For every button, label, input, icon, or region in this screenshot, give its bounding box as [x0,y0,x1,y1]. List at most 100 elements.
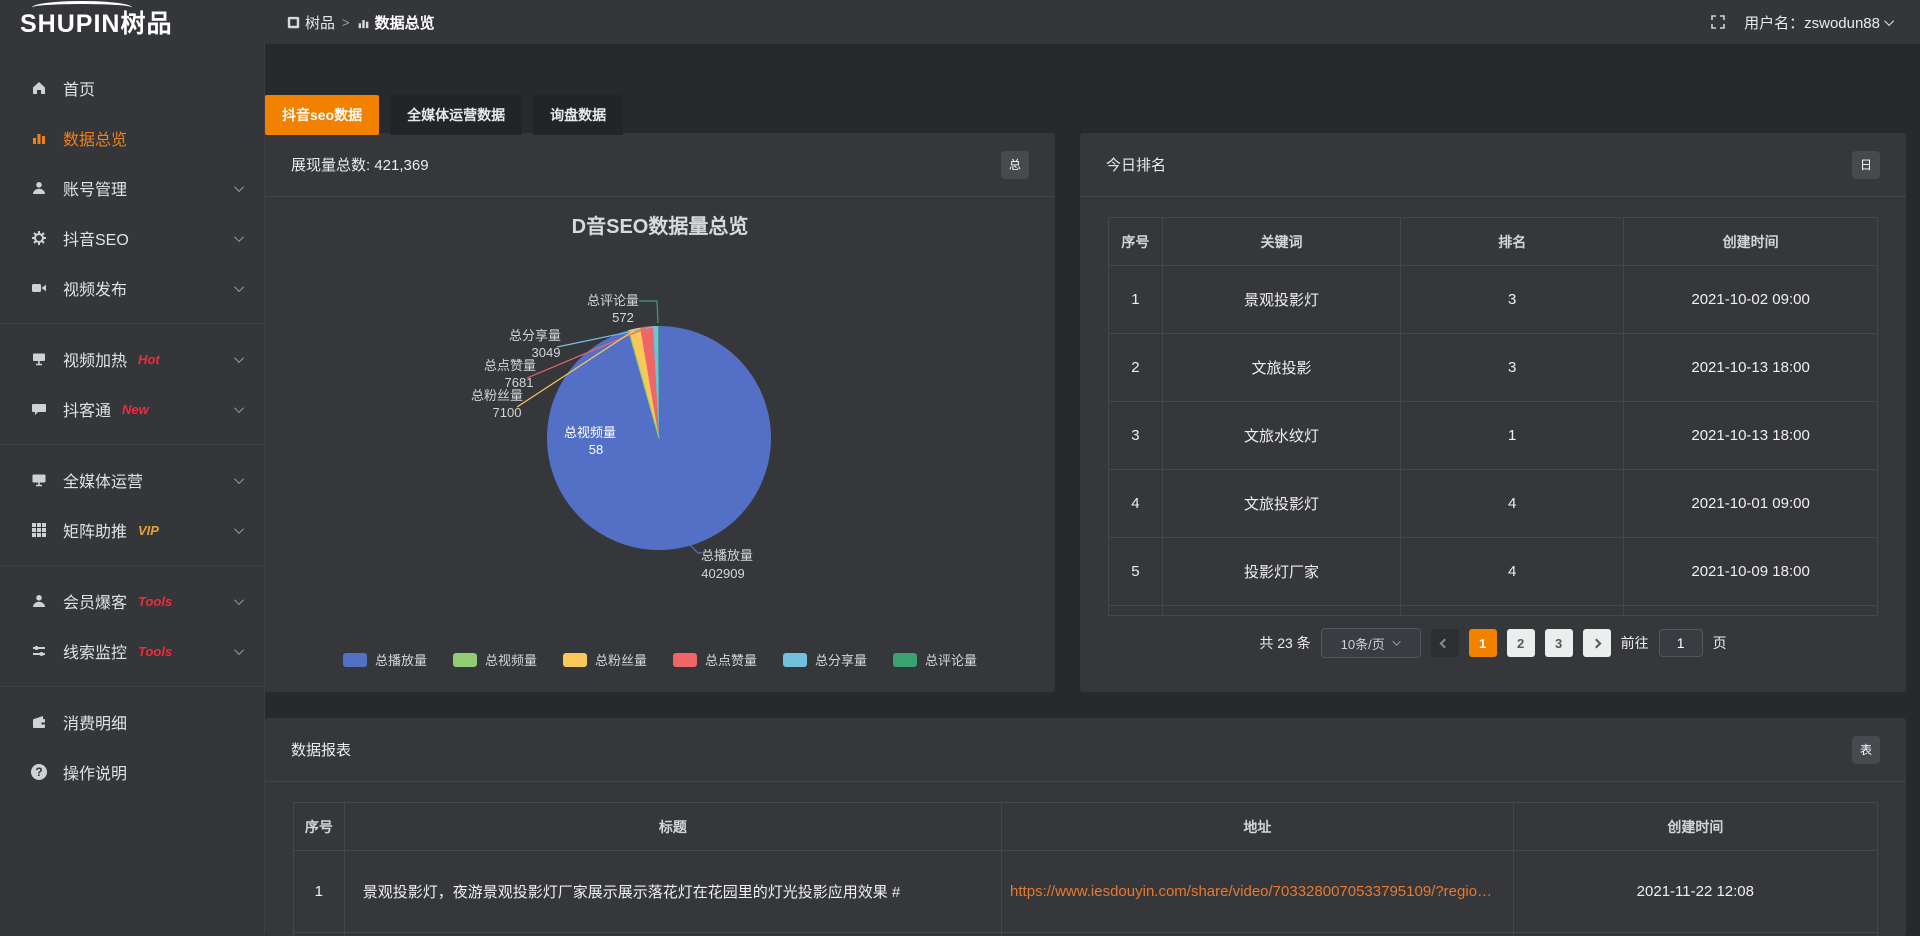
bar-chart-icon [357,16,370,29]
page-size-select[interactable]: 10条/页 [1321,628,1421,658]
legend-chip [893,653,917,667]
chevron-down-icon [234,474,244,484]
table-row: 5投影灯厂家42021-10-09 18:00 [1109,538,1878,606]
col-rank: 排名 [1401,218,1624,266]
total-badge-button[interactable]: 总 [1001,151,1029,179]
chevron-down-icon [1884,16,1894,26]
chevron-left-icon [1440,638,1450,648]
sidebar-item-home[interactable]: 首页 [0,63,264,113]
sidebar-item-douketong[interactable]: 抖客通 New [0,384,264,434]
chevron-down-icon [234,645,244,655]
sidebar-item-clue-monitor[interactable]: 线索监控 Tools [0,626,264,676]
sidebar-divider [0,686,264,687]
video-camera-icon [30,279,48,297]
sidebar-item-douyin-seo[interactable]: 抖音SEO [0,213,264,263]
breadcrumb-label: 树品 [305,12,335,33]
ranking-table: 序号 关键词 排名 创建时间 1景观投影灯32021-10-02 09:00 2… [1108,217,1878,616]
breadcrumb-separator: > [342,15,350,30]
goto-page-input[interactable]: 1 [1659,629,1703,657]
goto-label: 前往 [1621,633,1649,653]
sidebar-item-member-baoke[interactable]: 会员爆客 Tools [0,576,264,626]
sidebar: 首页 数据总览 账号管理 抖音SEO 视频发布 视频加热 Hot 抖客通 New… [0,44,265,936]
chart-legend: 总播放量 总视频量 总粉丝量 总点赞量 总分享量 总评论量 [265,650,1055,669]
legend-item-shares[interactable]: 总分享量 [783,650,867,669]
table-row: 3文旅水纹灯12021-10-13 18:00 [1109,402,1878,470]
pie-value-fans: 7100 [493,405,522,420]
app-square-icon [287,16,300,29]
sidebar-item-media-operation[interactable]: 全媒体运营 [0,455,264,505]
tab-inquiry-data[interactable]: 询盘数据 [533,95,623,135]
chevron-down-icon [234,524,244,534]
tab-douyin-seo-data[interactable]: 抖音seo数据 [265,95,379,135]
video-url-cell: https://www.iesdouyin.com/share/video/70… [1002,851,1514,933]
col-created: 创建时间 [1624,218,1878,266]
report-card-title: 数据报表 [291,739,351,760]
tools-tag: Tools [138,644,172,659]
breadcrumb-item-current: 数据总览 [357,12,435,33]
table-row: 4文旅投影灯42021-10-01 09:00 [1109,470,1878,538]
sidebar-item-instructions[interactable]: 操作说明 [0,747,264,797]
breadcrumb-item-home[interactable]: 树品 [287,12,335,33]
breadcrumb: 树品 > 数据总览 [287,12,435,33]
user-menu[interactable]: 用户名：zswodun88 [1744,12,1894,33]
table-row: 1 景观投影灯，夜游景观投影灯厂家展示展示落花灯在花园里的灯光投影应用效果 # … [294,851,1878,933]
sidebar-item-matrix-boost[interactable]: 矩阵助推 VIP [0,505,264,555]
table-badge-button[interactable]: 表 [1852,736,1880,764]
video-link[interactable]: https://www.iesdouyin.com/share/video/70… [1010,883,1492,900]
pie-chart: D音SEO数据量总览 总评论量 572 总分享量 3049 总点赞量 7681 … [265,197,1055,691]
chevron-down-icon [234,282,244,292]
home-icon [30,79,48,97]
sidebar-divider [0,444,264,445]
sidebar-item-data-overview[interactable]: 数据总览 [0,113,264,163]
hot-tag: Hot [138,352,160,367]
pie-chart-area: D音SEO数据量总览 总评论量 572 总分享量 3049 总点赞量 7681 … [265,197,1055,691]
report-table: 序号 标题 地址 创建时间 1 景观投影灯，夜游景观投影灯厂家展示展示落花灯在花… [293,802,1878,936]
legend-chip [783,653,807,667]
username-label: 用户名：zswodun88 [1744,12,1880,33]
day-badge-button[interactable]: 日 [1852,151,1880,179]
grid-icon [30,521,48,539]
tab-media-operation-data[interactable]: 全媒体运营数据 [390,95,522,135]
legend-item-fans[interactable]: 总粉丝量 [563,650,647,669]
monitor-icon [30,471,48,489]
pagination-total: 共 23 条 [1259,633,1310,653]
chevron-down-icon [234,353,244,363]
legend-item-play[interactable]: 总播放量 [343,650,427,669]
col-index: 序号 [1109,218,1163,266]
next-page-button[interactable] [1583,629,1611,657]
legend-chip [343,653,367,667]
table-row: 2文旅投影32021-10-13 18:00 [1109,334,1878,402]
chevron-down-icon [234,182,244,192]
legend-item-likes[interactable]: 总点赞量 [673,650,757,669]
chevron-right-icon [1592,638,1602,648]
screen-icon [30,350,48,368]
sidebar-item-video-publish[interactable]: 视频发布 [0,263,264,313]
question-icon [30,763,48,781]
chevron-down-icon [1392,637,1400,645]
legend-chip [673,653,697,667]
sidebar-divider [0,323,264,324]
data-report-card: 数据报表 表 序号 标题 地址 创建时间 1 景观投影灯，夜游景观投影灯厂家展示… [265,718,1906,936]
fullscreen-icon[interactable] [1710,14,1726,30]
col-index: 序号 [294,803,345,851]
page-button-2[interactable]: 2 [1507,629,1535,657]
legend-chip [453,653,477,667]
legend-item-comments[interactable]: 总评论量 [893,650,977,669]
sidebar-item-video-heat[interactable]: 视频加热 Hot [0,334,264,384]
chevron-down-icon [234,232,244,242]
pie-label-likes: 总点赞量 [484,358,536,373]
page-button-3[interactable]: 3 [1545,629,1573,657]
legend-chip [563,653,587,667]
sidebar-item-account[interactable]: 账号管理 [0,163,264,213]
legend-item-videos[interactable]: 总视频量 [453,650,537,669]
prev-page-button[interactable] [1431,629,1459,657]
chevron-down-icon [234,403,244,413]
col-title: 标题 [344,803,1001,851]
pie-label-fans: 总粉丝量 [471,388,523,403]
chart-title: D音SEO数据量总览 [572,214,749,238]
page-button-1[interactable]: 1 [1469,629,1497,657]
pie-label-shares: 总分享量 [509,328,561,343]
sidebar-item-consumption[interactable]: 消费明细 [0,697,264,747]
vip-tag: VIP [138,523,159,538]
pie-value-play: 402909 [701,566,744,581]
